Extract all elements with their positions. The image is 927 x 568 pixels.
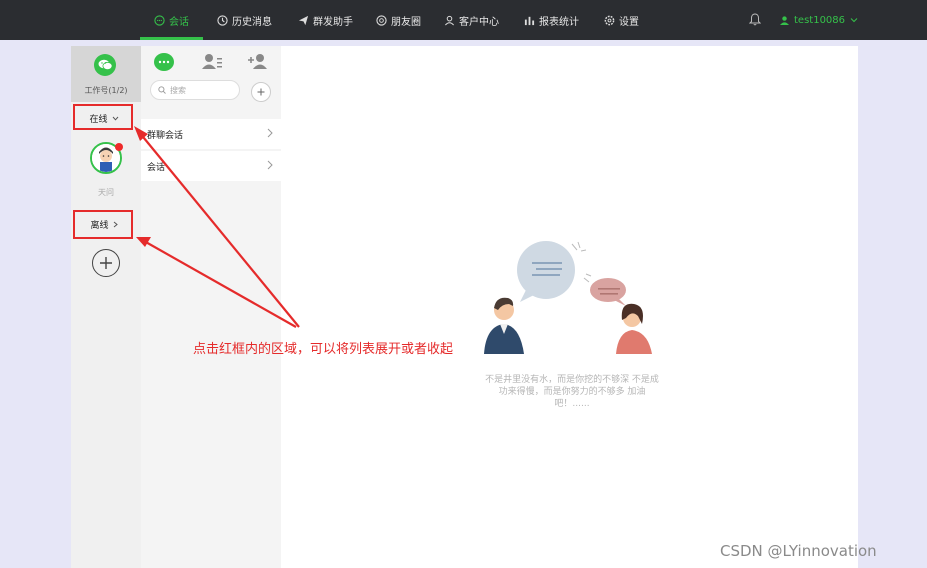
nav-item-customers[interactable]: 客户中心 — [444, 0, 499, 40]
search-input[interactable] — [170, 85, 238, 95]
nav-item-broadcast[interactable]: 群发助手 — [298, 0, 353, 40]
list-item-label: 会话 — [147, 162, 166, 173]
nav-label: 报表统计 — [539, 16, 579, 28]
bar-chart-icon — [524, 16, 535, 25]
nav-item-moments[interactable]: 朋友圈 — [376, 0, 421, 40]
nav-label: 设置 — [619, 16, 639, 28]
work-account-header[interactable]: 工作号(1/2) — [71, 46, 141, 102]
plus-icon — [257, 88, 265, 96]
list-item-group-chats[interactable]: 群聊会话 — [141, 119, 281, 149]
clock-icon — [217, 14, 228, 26]
chat-icon — [154, 14, 165, 26]
chevron-right-icon — [267, 160, 273, 170]
empty-state-illustration — [484, 241, 652, 354]
nav-label: 朋友圈 — [391, 16, 421, 28]
chat-bubble-icon — [154, 53, 174, 71]
tab-add-friend[interactable] — [247, 52, 269, 72]
add-friend-icon — [248, 54, 267, 69]
list-item-label: 群聊会话 — [147, 130, 184, 141]
account-name: 天问 — [98, 188, 114, 197]
list-item-chats[interactable]: 会话 — [141, 151, 281, 181]
nav-item-settings[interactable]: 设置 — [604, 0, 639, 40]
contacts-icon — [202, 54, 222, 69]
tab-contacts[interactable] — [201, 52, 223, 72]
nav-label: 会话 — [169, 16, 189, 28]
search-icon — [158, 86, 166, 94]
person-icon — [445, 15, 454, 25]
nav-item-chat[interactable]: 会话 — [140, 0, 203, 40]
add-account-button[interactable] — [92, 249, 120, 277]
chevron-down-icon — [850, 18, 858, 23]
watermark: CSDN @LYinnovation — [720, 542, 877, 560]
username: test10086 — [794, 14, 846, 26]
top-nav-bar: 会话 历史消息 群发助手 朋友圈 客户中心 报表统计 设置 test10086 — [0, 0, 927, 40]
send-icon — [298, 15, 309, 25]
gear-icon — [604, 15, 615, 25]
conversation-list-column: 群聊会话 会话 — [141, 46, 281, 568]
nav-label: 客户中心 — [459, 16, 499, 28]
wechat-icon — [94, 54, 116, 76]
nav-item-history[interactable]: 历史消息 — [217, 0, 272, 40]
tab-chats[interactable] — [153, 52, 175, 72]
empty-state-text: 不是井里没有水，而是你挖的不够深 不是成功来得慢，而是你努力的不够多 加油吧！.… — [485, 375, 659, 409]
bell-icon[interactable] — [749, 13, 761, 26]
list-tabs — [141, 46, 281, 76]
active-tab-indicator — [140, 37, 203, 40]
highlight-box-offline — [73, 210, 133, 239]
add-conversation-button[interactable] — [251, 82, 271, 102]
highlight-box-online — [73, 104, 133, 130]
plus-circle-icon — [100, 257, 112, 269]
unread-dot — [115, 143, 123, 151]
search-box[interactable] — [150, 80, 240, 100]
user-menu[interactable]: test10086 — [780, 0, 858, 40]
work-account-count: 工作号(1/2) — [84, 86, 128, 95]
chevron-right-icon — [267, 128, 273, 138]
nav-label: 历史消息 — [232, 16, 272, 28]
nav-label: 群发助手 — [313, 16, 353, 28]
nav-item-reports[interactable]: 报表统计 — [524, 0, 579, 40]
user-icon — [780, 15, 789, 25]
moments-icon — [376, 14, 387, 26]
annotation-text: 点击红框内的区域，可以将列表展开或者收起 — [193, 342, 454, 357]
